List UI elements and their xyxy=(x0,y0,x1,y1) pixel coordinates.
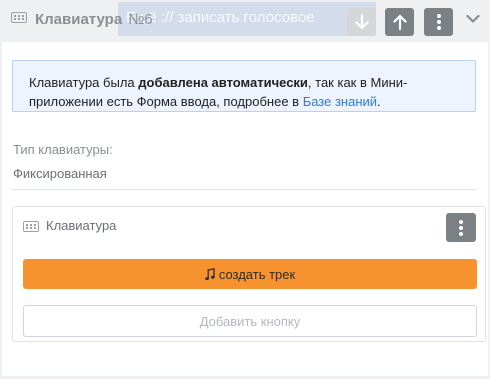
panel-title: Клавиатура №6 xyxy=(35,11,153,28)
create-track-button[interactable]: создать трек xyxy=(23,259,477,289)
auto-added-notice: Клавиатура была добавлена автоматически,… xyxy=(12,60,476,112)
keyboard-block-title: Клавиатура xyxy=(46,218,117,233)
panel-header: Клавиатура №6 xyxy=(0,0,490,42)
create-track-label: создать трек xyxy=(218,266,296,282)
keyboard-type-value[interactable]: Фиксированная xyxy=(13,166,107,181)
move-up-button[interactable] xyxy=(385,8,414,36)
kebab-menu-icon xyxy=(459,219,463,236)
notice-text-end: . xyxy=(377,94,381,109)
keyboard-icon xyxy=(11,12,27,23)
notice-text-bold: добавлена автоматически xyxy=(138,75,308,90)
panel-title-text: Клавиатура xyxy=(35,11,123,28)
music-note-icon xyxy=(205,267,215,280)
move-down-button[interactable] xyxy=(347,8,376,36)
panel-body: Клавиатура была добавлена автоматически,… xyxy=(2,42,488,376)
keyboard-type-label: Тип клавиатуры: xyxy=(13,142,113,157)
add-button-button[interactable]: Добавить кнопку xyxy=(23,305,477,337)
keyboard-icon xyxy=(23,221,39,232)
arrow-down-icon xyxy=(354,14,369,30)
keyboard-block-menu-button[interactable] xyxy=(446,213,476,242)
panel-title-number: №6 xyxy=(128,11,153,28)
arrow-up-icon xyxy=(392,14,407,30)
notice-text-start: Клавиатура была xyxy=(29,75,139,90)
kebab-menu-icon xyxy=(436,14,441,30)
chevron-down-icon[interactable] xyxy=(466,14,480,24)
keyboard-block: Клавиатура создать трек Добавить кнопку xyxy=(12,206,486,342)
keyboard-panel: Клавиатура №6 Клавиатура была добавлена а… xyxy=(0,0,490,379)
panel-menu-button[interactable] xyxy=(424,8,453,36)
divider xyxy=(12,189,476,190)
add-button-label: Добавить кнопку xyxy=(199,313,301,329)
knowledge-base-link[interactable]: Базе знаний xyxy=(303,94,377,109)
